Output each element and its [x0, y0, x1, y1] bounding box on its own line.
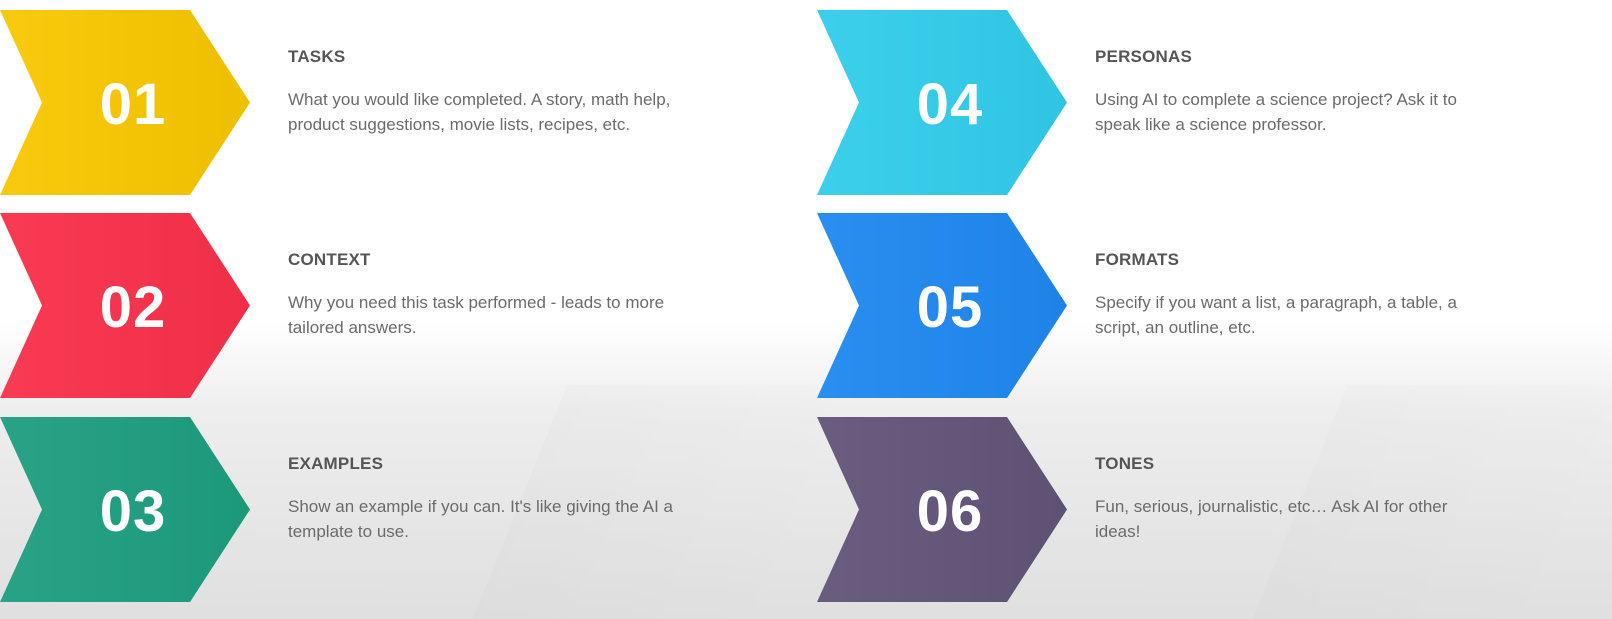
- step-description-context: Why you need this task performed - leads…: [288, 293, 665, 337]
- step-formats: 05 FORMATS Specify if you want a list, a…: [817, 213, 1517, 398]
- step-description-tones: Fun, serious, journalistic, etc… Ask AI …: [1095, 497, 1448, 541]
- step-number-02: 02: [99, 275, 167, 340]
- step-text-personas: PERSONAS Using AI to complete a science …: [1095, 46, 1525, 137]
- step-text-tasks: TASKS What you would like completed. A s…: [288, 46, 718, 137]
- step-description-tasks: What you would like completed. A story, …: [288, 90, 671, 134]
- step-title-tones: TONES: [1095, 454, 1155, 473]
- step-personas: 04 PERSONAS Using AI to complete a scien…: [817, 10, 1517, 195]
- step-tones: 06 TONES Fun, serious, journalistic, etc…: [817, 417, 1517, 602]
- step-context: 02 CONTEXT Why you need this task perfor…: [0, 213, 700, 398]
- step-number-01: 01: [99, 72, 167, 137]
- step-number-04: 04: [916, 72, 984, 137]
- step-text-formats: FORMATS Specify if you want a list, a pa…: [1095, 249, 1525, 340]
- step-examples: 03 EXAMPLES Show an example if you can. …: [0, 417, 700, 602]
- step-description-formats: Specify if you want a list, a paragraph,…: [1095, 293, 1457, 337]
- step-text-context: CONTEXT Why you need this task performed…: [288, 249, 718, 340]
- step-title-formats: FORMATS: [1095, 250, 1180, 269]
- step-description-examples: Show an example if you can. It's like gi…: [288, 497, 674, 541]
- step-number-06: 06: [916, 479, 984, 544]
- step-title-context: CONTEXT: [288, 250, 371, 269]
- step-text-tones: TONES Fun, serious, journalistic, etc… A…: [1095, 453, 1525, 544]
- step-title-examples: EXAMPLES: [288, 454, 384, 473]
- step-number-05: 05: [916, 275, 984, 340]
- step-tasks: 01 TASKS What you would like completed. …: [0, 10, 700, 195]
- step-title-personas: PERSONAS: [1095, 47, 1193, 66]
- step-title-tasks: TASKS: [288, 47, 346, 66]
- step-text-examples: EXAMPLES Show an example if you can. It'…: [288, 453, 718, 544]
- step-number-03: 03: [99, 479, 167, 544]
- step-description-personas: Using AI to complete a science project? …: [1095, 90, 1457, 134]
